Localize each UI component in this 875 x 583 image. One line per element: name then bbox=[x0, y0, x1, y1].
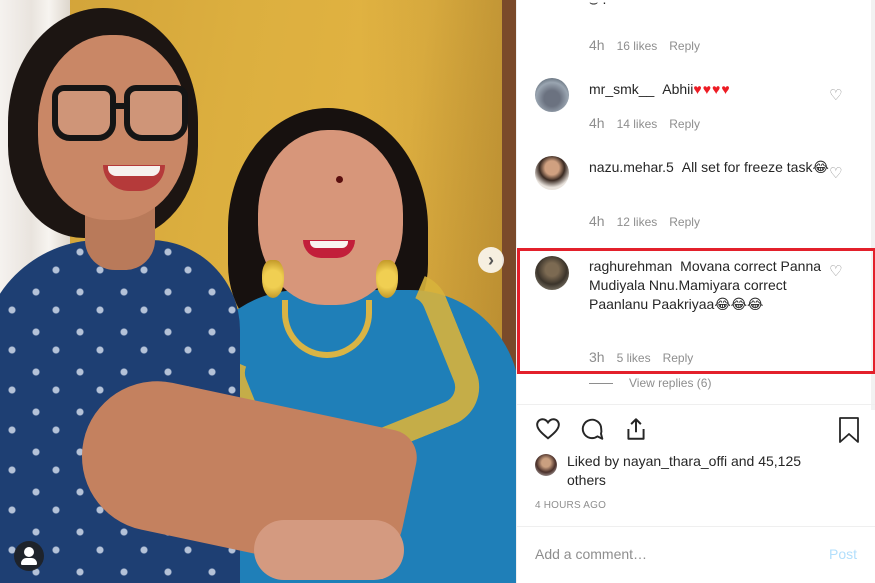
laughing-emoji: 😂😂😂 bbox=[714, 296, 764, 312]
comment-likes[interactable]: 16 likes bbox=[617, 39, 658, 53]
comment-meta: 4h 12 likes Reply bbox=[589, 213, 700, 229]
reply-button[interactable]: Reply bbox=[669, 215, 700, 229]
post-photo[interactable]: › bbox=[0, 0, 516, 583]
comment-likes[interactable]: 12 likes bbox=[617, 215, 658, 229]
comment-meta: 3h 5 likes Reply bbox=[589, 349, 693, 365]
heart-emoji: ♥♥♥♥ bbox=[693, 81, 731, 97]
bookmark-icon[interactable] bbox=[837, 416, 861, 444]
post-button[interactable]: Post bbox=[829, 546, 857, 562]
comment-text: mr_smk__ Abhii♥♥♥♥ bbox=[589, 80, 829, 99]
action-bar bbox=[535, 416, 649, 442]
view-replies-label: View replies (6) bbox=[629, 376, 712, 390]
add-comment-input[interactable] bbox=[535, 546, 795, 562]
heart-icon[interactable] bbox=[535, 416, 561, 442]
eyeglasses bbox=[52, 85, 192, 155]
comment-likes[interactable]: 14 likes bbox=[617, 117, 658, 131]
share-icon[interactable] bbox=[623, 416, 649, 442]
comment-username[interactable]: nazu.mehar.5 bbox=[589, 159, 678, 175]
avatar[interactable] bbox=[535, 78, 569, 112]
comment-username[interactable]: mr_smk__ bbox=[589, 81, 658, 97]
comment-time: 4h bbox=[589, 213, 605, 229]
comment-likes[interactable]: 5 likes bbox=[617, 351, 651, 365]
comment-meta: 4h 16 likes Reply bbox=[589, 37, 700, 53]
heart-icon[interactable]: ♡ bbox=[829, 262, 842, 280]
comment-body: Abhii bbox=[662, 81, 694, 97]
comment-time: 4h bbox=[589, 37, 605, 53]
clasped-hands bbox=[254, 520, 404, 580]
comment-icon[interactable] bbox=[579, 416, 605, 442]
replies-line bbox=[589, 382, 613, 384]
liked-by-text[interactable]: Liked by nayan_thara_offi and 45,125 oth… bbox=[567, 452, 807, 490]
view-replies-link[interactable]: View replies (6) bbox=[589, 376, 711, 390]
comment-body: All set for freeze task bbox=[681, 159, 813, 175]
comments-panel: ⌣ · 4h 16 likes Reply mr_smk__ Abhii♥♥♥♥… bbox=[516, 0, 875, 583]
clipped-comment-text: ⌣ · bbox=[589, 0, 607, 10]
laughing-emoji: 😂 bbox=[812, 159, 829, 175]
earring-left bbox=[262, 260, 284, 298]
earring-right bbox=[376, 260, 398, 298]
heart-icon[interactable]: ♡ bbox=[829, 86, 842, 104]
post-timestamp: 4 HOURS AGO bbox=[535, 500, 607, 511]
avatar[interactable] bbox=[535, 256, 569, 290]
liked-by: Liked by nayan_thara_offi and 45,125 oth… bbox=[535, 452, 807, 490]
bindi bbox=[336, 176, 343, 183]
divider bbox=[517, 404, 875, 405]
divider bbox=[517, 526, 875, 527]
woman-right-teeth bbox=[310, 241, 348, 248]
heart-icon[interactable]: ♡ bbox=[829, 164, 842, 182]
comment-time: 4h bbox=[589, 115, 605, 131]
comment-meta: 4h 14 likes Reply bbox=[589, 115, 700, 131]
reply-button[interactable]: Reply bbox=[663, 351, 694, 365]
comment-time: 3h bbox=[589, 349, 605, 365]
reply-button[interactable]: Reply bbox=[669, 117, 700, 131]
comment-text: raghurehman Movana correct Panna Mudiyal… bbox=[589, 257, 825, 314]
comment-username[interactable]: raghurehman bbox=[589, 258, 676, 274]
comment-text: nazu.mehar.5 All set for freeze task😂 bbox=[589, 158, 829, 177]
reply-button[interactable]: Reply bbox=[669, 39, 700, 53]
liker-avatar[interactable] bbox=[535, 454, 557, 476]
avatar[interactable] bbox=[535, 156, 569, 190]
woman-left-teeth bbox=[108, 166, 160, 176]
person-icon[interactable] bbox=[14, 541, 44, 571]
chevron-right-icon[interactable]: › bbox=[478, 247, 504, 273]
